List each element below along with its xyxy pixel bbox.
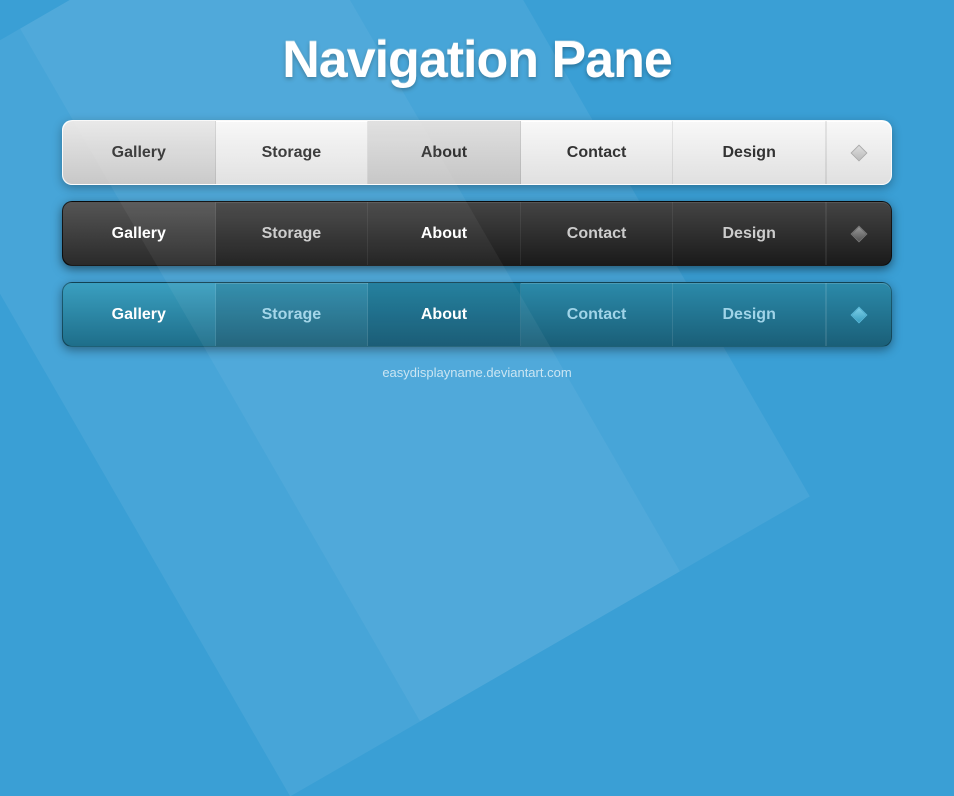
nav-bar-dark: Gallery Storage About Contact Design — [62, 201, 892, 266]
nav-item-storage-white[interactable]: Storage — [216, 121, 369, 184]
page-title: Navigation Pane — [282, 30, 672, 90]
nav-item-storage-dark[interactable]: Storage — [216, 202, 369, 265]
nav-bar-teal: Gallery Storage About Contact Design — [62, 282, 892, 347]
nav-item-design-teal[interactable]: Design — [673, 283, 826, 346]
nav-dropdown-teal[interactable] — [826, 283, 891, 346]
nav-items-white: Gallery Storage About Contact Design — [63, 121, 826, 184]
nav-item-contact-dark[interactable]: Contact — [521, 202, 674, 265]
footer-text: easydisplayname.deviantart.com — [382, 365, 571, 380]
chevron-down-icon — [851, 144, 868, 161]
nav-item-design-white[interactable]: Design — [673, 121, 826, 184]
chevron-down-icon — [851, 225, 868, 242]
nav-item-storage-teal[interactable]: Storage — [216, 283, 369, 346]
nav-item-about-white[interactable]: About — [368, 121, 521, 184]
nav-item-gallery-white[interactable]: Gallery — [63, 121, 216, 184]
nav-item-about-dark[interactable]: About — [368, 202, 521, 265]
nav-item-contact-teal[interactable]: Contact — [521, 283, 674, 346]
nav-items-dark: Gallery Storage About Contact Design — [63, 202, 826, 265]
nav-item-gallery-teal[interactable]: Gallery — [63, 283, 216, 346]
nav-items-teal: Gallery Storage About Contact Design — [63, 283, 826, 346]
nav-container: Gallery Storage About Contact Design Gal… — [62, 120, 892, 347]
nav-bar-white: Gallery Storage About Contact Design — [62, 120, 892, 185]
nav-dropdown-dark[interactable] — [826, 202, 891, 265]
chevron-down-icon — [851, 306, 868, 323]
nav-item-design-dark[interactable]: Design — [673, 202, 826, 265]
nav-item-contact-white[interactable]: Contact — [521, 121, 674, 184]
nav-item-gallery-dark[interactable]: Gallery — [63, 202, 216, 265]
nav-dropdown-white[interactable] — [826, 121, 891, 184]
nav-item-about-teal[interactable]: About — [368, 283, 521, 346]
